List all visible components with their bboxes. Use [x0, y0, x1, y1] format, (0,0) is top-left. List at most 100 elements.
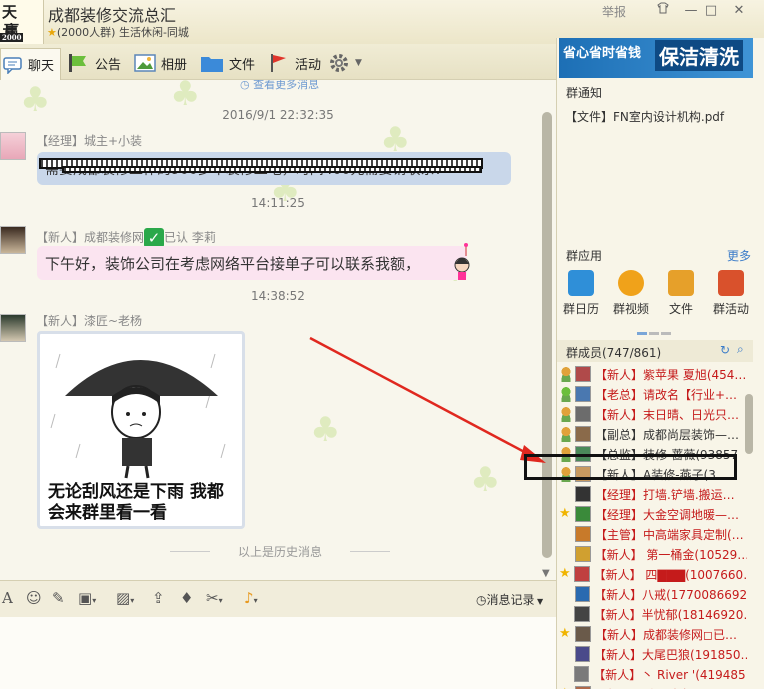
member-item[interactable]: 【老总】请改名【行业+… — [559, 384, 747, 404]
member-avatar — [575, 486, 591, 502]
member-item[interactable]: ★ 【经理】大金空调地暖—… — [559, 504, 747, 524]
notice-item[interactable]: 【文件】FN室内设计机构.pdf — [565, 108, 724, 125]
chat-history[interactable]: ♣ ♣ ♣ ♣ ♣ ♣ ♣ ◷ 查看更多消息 2016/9/1 22:32:35… — [0, 80, 556, 580]
member-list-scrollbar[interactable] — [745, 394, 753, 454]
avatar[interactable] — [0, 226, 26, 254]
apps-pager[interactable] — [637, 324, 673, 338]
message-record-button[interactable]: ◷消息记录 ▼ — [476, 591, 543, 608]
notice-title: 群通知 — [566, 86, 603, 100]
close-button[interactable]: ✕ — [728, 1, 750, 21]
settings-menu[interactable]: ▼ — [328, 50, 362, 76]
group-subtitle: ★(2000人群) 生活休闲-同城 — [47, 24, 189, 40]
member-role-icon — [559, 406, 573, 422]
member-avatar — [574, 566, 590, 582]
search-icon[interactable]: ⌕ — [737, 342, 744, 357]
cartoon-girl-sticker-icon — [454, 243, 470, 280]
emoji-icon[interactable]: ☺ — [26, 589, 42, 607]
tab-files[interactable]: 文件 — [200, 50, 255, 76]
upload-icon[interactable]: ⇪ — [152, 589, 165, 607]
chat-scrollbar-thumb[interactable] — [542, 112, 552, 558]
sender-name[interactable]: 【经理】城主+小装 — [36, 132, 142, 149]
member-item[interactable]: 【新人】紫苹果 夏旭(454… — [559, 364, 747, 384]
ad-banner[interactable]: 省心省时省钱 保洁清洗 — [559, 38, 753, 78]
skin-button[interactable] — [652, 1, 674, 21]
sender-name[interactable]: 【新人】漆匠~老杨 — [36, 312, 142, 329]
message-bubble[interactable]: 下午好，装饰公司在考虑网络平台接单子可以联系我额， — [37, 246, 467, 280]
star-icon: ★ — [559, 506, 571, 521]
member-avatar — [574, 586, 591, 602]
group-category: (2000人群) 生活休闲-同城 — [56, 26, 189, 39]
chat-scrollbar[interactable] — [542, 112, 552, 558]
member-item[interactable]: 【新人】半忧郁(18146920… — [559, 604, 747, 624]
member-role-icon — [559, 526, 573, 542]
member-name: 【新人】 第一桶金(10529… — [594, 547, 747, 562]
highlight-box — [524, 454, 737, 480]
app-video[interactable]: 群视频 — [607, 270, 655, 317]
view-more-messages-link[interactable]: ◷ 查看更多消息 — [240, 80, 319, 92]
avatar[interactable] — [0, 314, 26, 342]
star-icon: ★ — [559, 566, 571, 581]
member-name: 【主管】中高端家具定制(… — [595, 527, 744, 542]
apps-more-link[interactable]: 更多 — [727, 247, 751, 264]
gift-icon[interactable]: ▣▾ — [78, 589, 96, 607]
sender-name[interactable]: 【新人】成都装修网 ✓ 已认 李莉 — [36, 228, 216, 248]
font-icon[interactable]: A — [2, 589, 13, 607]
verified-check-icon: ✓ — [144, 228, 165, 248]
chevron-down-icon: ▼ — [534, 597, 544, 606]
member-item[interactable]: ★ 【新人】 四▇▇▇(1007660… — [559, 564, 747, 584]
tab-announcement[interactable]: 公告 — [68, 50, 121, 76]
report-button[interactable]: 举报 — [602, 3, 626, 20]
app-files-label: 文件 — [668, 302, 693, 316]
meme-image[interactable]: 无论刮风还是下雨 我都会来群里看一看 — [37, 331, 245, 529]
tab-activity[interactable]: 活动 — [268, 50, 321, 76]
sender-suffix: 已认 李莉 — [164, 230, 216, 245]
group-side-panel: 省心省时省钱 保洁清洗 群通知 【文件】FN室内设计机构.pdf 群应用 更多 … — [556, 38, 764, 689]
member-name: 【新人】丶 River '(419485… — [593, 667, 747, 682]
magic-wand-icon[interactable]: ✎ — [52, 589, 65, 607]
member-name: 【新人】末日晴、日光只… — [595, 407, 740, 422]
member-item[interactable]: 【新人】丶 River '(419485… — [559, 664, 747, 684]
member-avatar — [575, 426, 591, 442]
shake-icon[interactable]: ♦ — [180, 589, 193, 607]
tab-album[interactable]: 相册 — [134, 50, 187, 76]
tab-activity-label: 活动 — [295, 57, 322, 73]
message-record-label: 消息记录 — [486, 593, 535, 607]
apps-title: 群应用 — [566, 249, 603, 263]
flag-icon — [718, 270, 744, 296]
sender-label: 【新人】成都装修网 — [36, 230, 145, 245]
app-calendar[interactable]: 群日历 — [557, 270, 605, 317]
scroll-down-arrow-icon[interactable]: ▼ — [542, 568, 550, 579]
app-files[interactable]: 文件 — [657, 270, 705, 317]
folder-icon — [668, 270, 694, 296]
app-activity-label: 群活动 — [712, 302, 749, 316]
member-item[interactable]: ★【新人】融设计空间(… — [559, 684, 747, 689]
maximize-button[interactable]: □ — [700, 1, 722, 21]
member-item[interactable]: 【主管】中高端家具定制(… — [559, 524, 747, 544]
app-activity[interactable]: 群活动 — [707, 270, 755, 317]
member-item[interactable]: 【新人】末日晴、日光只… — [559, 404, 747, 424]
image-icon[interactable]: ▨▾ — [116, 589, 134, 607]
member-item[interactable]: 【新人】八戒(1770086692) — [559, 584, 747, 604]
member-item[interactable]: 【副总】成都尚层装饰—… — [559, 424, 747, 444]
member-item[interactable]: 【经理】打墙.铲墙.搬运… — [559, 484, 747, 504]
member-name: 【副总】成都尚层装饰—… — [595, 427, 740, 442]
history-divider: 以上是历史消息 — [170, 543, 390, 560]
member-role-icon — [559, 386, 573, 402]
member-avatar — [574, 666, 590, 682]
avatar[interactable] — [0, 132, 26, 160]
minimize-button[interactable]: — — [680, 1, 702, 21]
member-item[interactable]: 【新人】大尾巴狼(191850… — [559, 644, 747, 664]
tab-announcement-label: 公告 — [95, 57, 122, 73]
chat-icon — [3, 56, 22, 74]
member-item[interactable]: 【新人】 第一桶金(10529… — [559, 544, 747, 564]
message-input[interactable] — [0, 617, 556, 689]
screenshot-scissors-icon[interactable]: ✂▾ — [206, 589, 223, 607]
tab-chat[interactable]: 聊天 — [0, 48, 62, 80]
member-avatar — [574, 646, 591, 662]
member-item[interactable]: ★ 【新人】成都装修网◻已… — [559, 624, 747, 644]
refresh-icon[interactable]: ↻ — [720, 343, 730, 357]
bell-icon[interactable]: ♪▾ — [244, 589, 258, 607]
meme-caption: 无论刮风还是下雨 我都会来群里看一看 — [48, 482, 224, 523]
message-text: 下午好，装饰公司在考虑网络平台接单子可以联系我额， — [45, 255, 421, 273]
member-role-icon — [559, 586, 573, 602]
